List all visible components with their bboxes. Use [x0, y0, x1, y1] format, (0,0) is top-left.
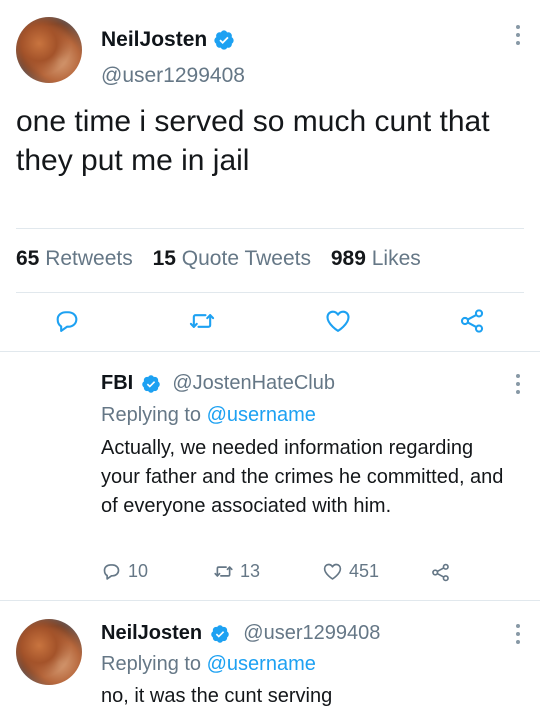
handle[interactable]: @JostenHateClub — [172, 372, 335, 394]
retweet-action[interactable]: 13 — [213, 561, 260, 582]
more-options-icon[interactable] — [515, 374, 521, 398]
reply-author[interactable]: NeilJosten @user1299408 — [101, 622, 380, 645]
display-name[interactable]: FBI — [101, 372, 133, 394]
avatar[interactable] — [16, 619, 82, 685]
reply-text: Actually, we needed information regardin… — [101, 437, 504, 517]
retweet-icon — [214, 566, 233, 577]
verified-icon — [214, 30, 234, 51]
divider — [16, 228, 524, 229]
more-options-icon[interactable] — [515, 624, 521, 648]
divider — [16, 292, 524, 293]
replying-to-link[interactable]: @username — [207, 653, 316, 675]
share-icon[interactable] — [458, 307, 486, 335]
retweet-icon[interactable] — [188, 307, 216, 335]
likes-stat[interactable]: 989 Likes — [331, 247, 421, 270]
author-handle[interactable]: @user1299408 — [101, 64, 245, 88]
divider — [0, 351, 540, 352]
reply-text: no, it was the cunt serving — [101, 685, 333, 707]
tweet-text: one time i served so much cunt that they… — [16, 105, 490, 177]
display-name[interactable]: NeilJosten — [101, 622, 202, 644]
more-options-icon[interactable] — [515, 25, 521, 49]
author-name[interactable]: NeilJosten — [101, 28, 235, 52]
quote-tweets-stat[interactable]: 15 Quote Tweets — [153, 247, 311, 270]
like-icon — [323, 563, 342, 580]
verified-icon — [210, 624, 229, 643]
tweet-stats: 65 Retweets 15 Quote Tweets 989 Likes — [16, 247, 435, 271]
display-name[interactable]: NeilJosten — [101, 28, 207, 51]
retweet-count: 13 — [240, 561, 261, 581]
replying-to: Replying to @username — [101, 653, 316, 675]
replying-to-link[interactable]: @username — [207, 404, 316, 426]
reply-action[interactable]: 10 — [101, 561, 148, 582]
reply-author[interactable]: FBI @JostenHateClub — [101, 372, 335, 395]
retweets-stat[interactable]: 65 Retweets — [16, 247, 133, 270]
reply-icon[interactable] — [53, 307, 81, 335]
handle[interactable]: @user1299408 — [243, 622, 380, 644]
divider — [0, 600, 540, 601]
reply-icon — [103, 564, 120, 580]
like-icon[interactable] — [324, 307, 352, 335]
avatar[interactable] — [16, 17, 82, 83]
verified-icon — [142, 374, 160, 393]
like-count: 451 — [349, 561, 380, 581]
share-icon[interactable] — [430, 562, 451, 583]
reply-count: 10 — [128, 561, 149, 581]
replying-to: Replying to @username — [101, 404, 316, 426]
like-action[interactable]: 451 — [322, 561, 379, 582]
